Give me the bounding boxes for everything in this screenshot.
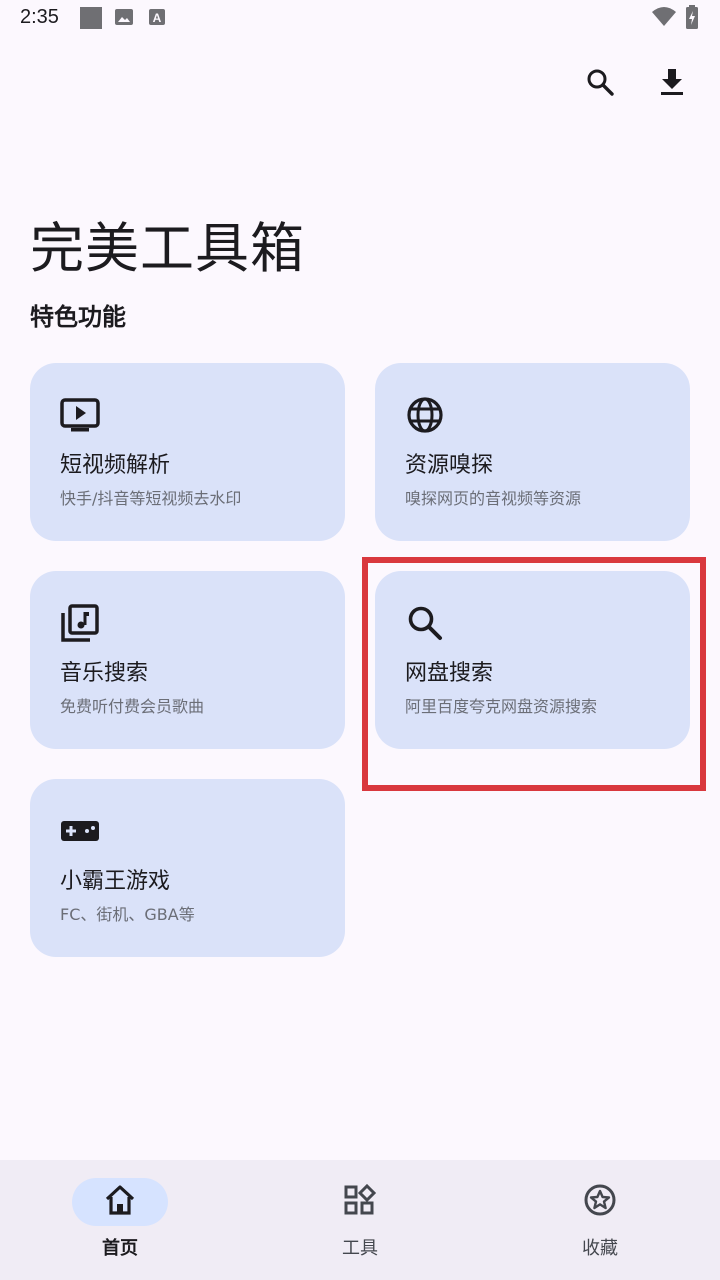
image-notification-icon (114, 7, 134, 31)
app-title: 完美工具箱 (30, 217, 305, 280)
card-subtitle: 阿里百度夸克网盘资源搜索 (405, 697, 598, 716)
search-icon (405, 603, 445, 643)
star-circle-icon (583, 1183, 617, 1221)
card-short-video-parse[interactable]: 短视频解析 快手/抖音等短视频去水印 (30, 363, 345, 541)
a-notification-icon: A (148, 7, 166, 31)
tv-play-icon (60, 395, 100, 435)
nav-icon-wrap (312, 1178, 408, 1226)
nav-icon-wrap (552, 1178, 648, 1226)
nav-item-tools[interactable]: 工具 (240, 1160, 480, 1280)
nav-label: 首页 (102, 1238, 138, 1259)
music-library-icon (60, 603, 100, 643)
nav-label: 收藏 (582, 1238, 618, 1259)
wifi-icon (652, 6, 676, 32)
download-button[interactable] (650, 62, 694, 106)
card-title: 小霸王游戏 (60, 869, 171, 894)
square-notification-icon (80, 7, 102, 33)
nav-item-favorites[interactable]: 收藏 (480, 1160, 720, 1280)
card-title: 短视频解析 (60, 453, 171, 478)
search-icon (585, 67, 615, 101)
card-subtitle: FC、街机、GBA等 (60, 905, 195, 924)
status-time: 2:35 (20, 6, 59, 28)
gamepad-icon (60, 811, 100, 851)
status-bar: 2:35 A (0, 0, 720, 38)
card-title: 音乐搜索 (60, 661, 149, 686)
download-icon (659, 67, 685, 101)
nav-label: 工具 (342, 1238, 378, 1259)
section-title: 特色功能 (30, 303, 126, 331)
card-title: 资源嗅探 (405, 453, 494, 478)
search-button[interactable] (578, 62, 622, 106)
card-music-search[interactable]: 音乐搜索 免费听付费会员歌曲 (30, 571, 345, 749)
globe-icon (405, 395, 445, 435)
card-cloud-drive-search[interactable]: 网盘搜索 阿里百度夸克网盘资源搜索 (375, 571, 690, 749)
nav-item-home[interactable]: 首页 (0, 1160, 240, 1280)
bottom-nav: 首页 工具 收藏 (0, 1160, 720, 1280)
card-subor-game[interactable]: 小霸王游戏 FC、街机、GBA等 (30, 779, 345, 957)
top-action-bar (0, 62, 720, 106)
card-subtitle: 快手/抖音等短视频去水印 (60, 489, 242, 508)
card-subtitle: 免费听付费会员歌曲 (60, 697, 205, 716)
nav-active-indicator (72, 1178, 168, 1226)
widgets-icon (344, 1183, 377, 1220)
card-resource-sniff[interactable]: 资源嗅探 嗅探网页的音视频等资源 (375, 363, 690, 541)
home-icon (103, 1183, 137, 1221)
card-subtitle: 嗅探网页的音视频等资源 (405, 489, 582, 508)
card-title: 网盘搜索 (405, 661, 494, 686)
battery-charging-icon (686, 5, 698, 33)
svg-text:A: A (153, 11, 162, 25)
